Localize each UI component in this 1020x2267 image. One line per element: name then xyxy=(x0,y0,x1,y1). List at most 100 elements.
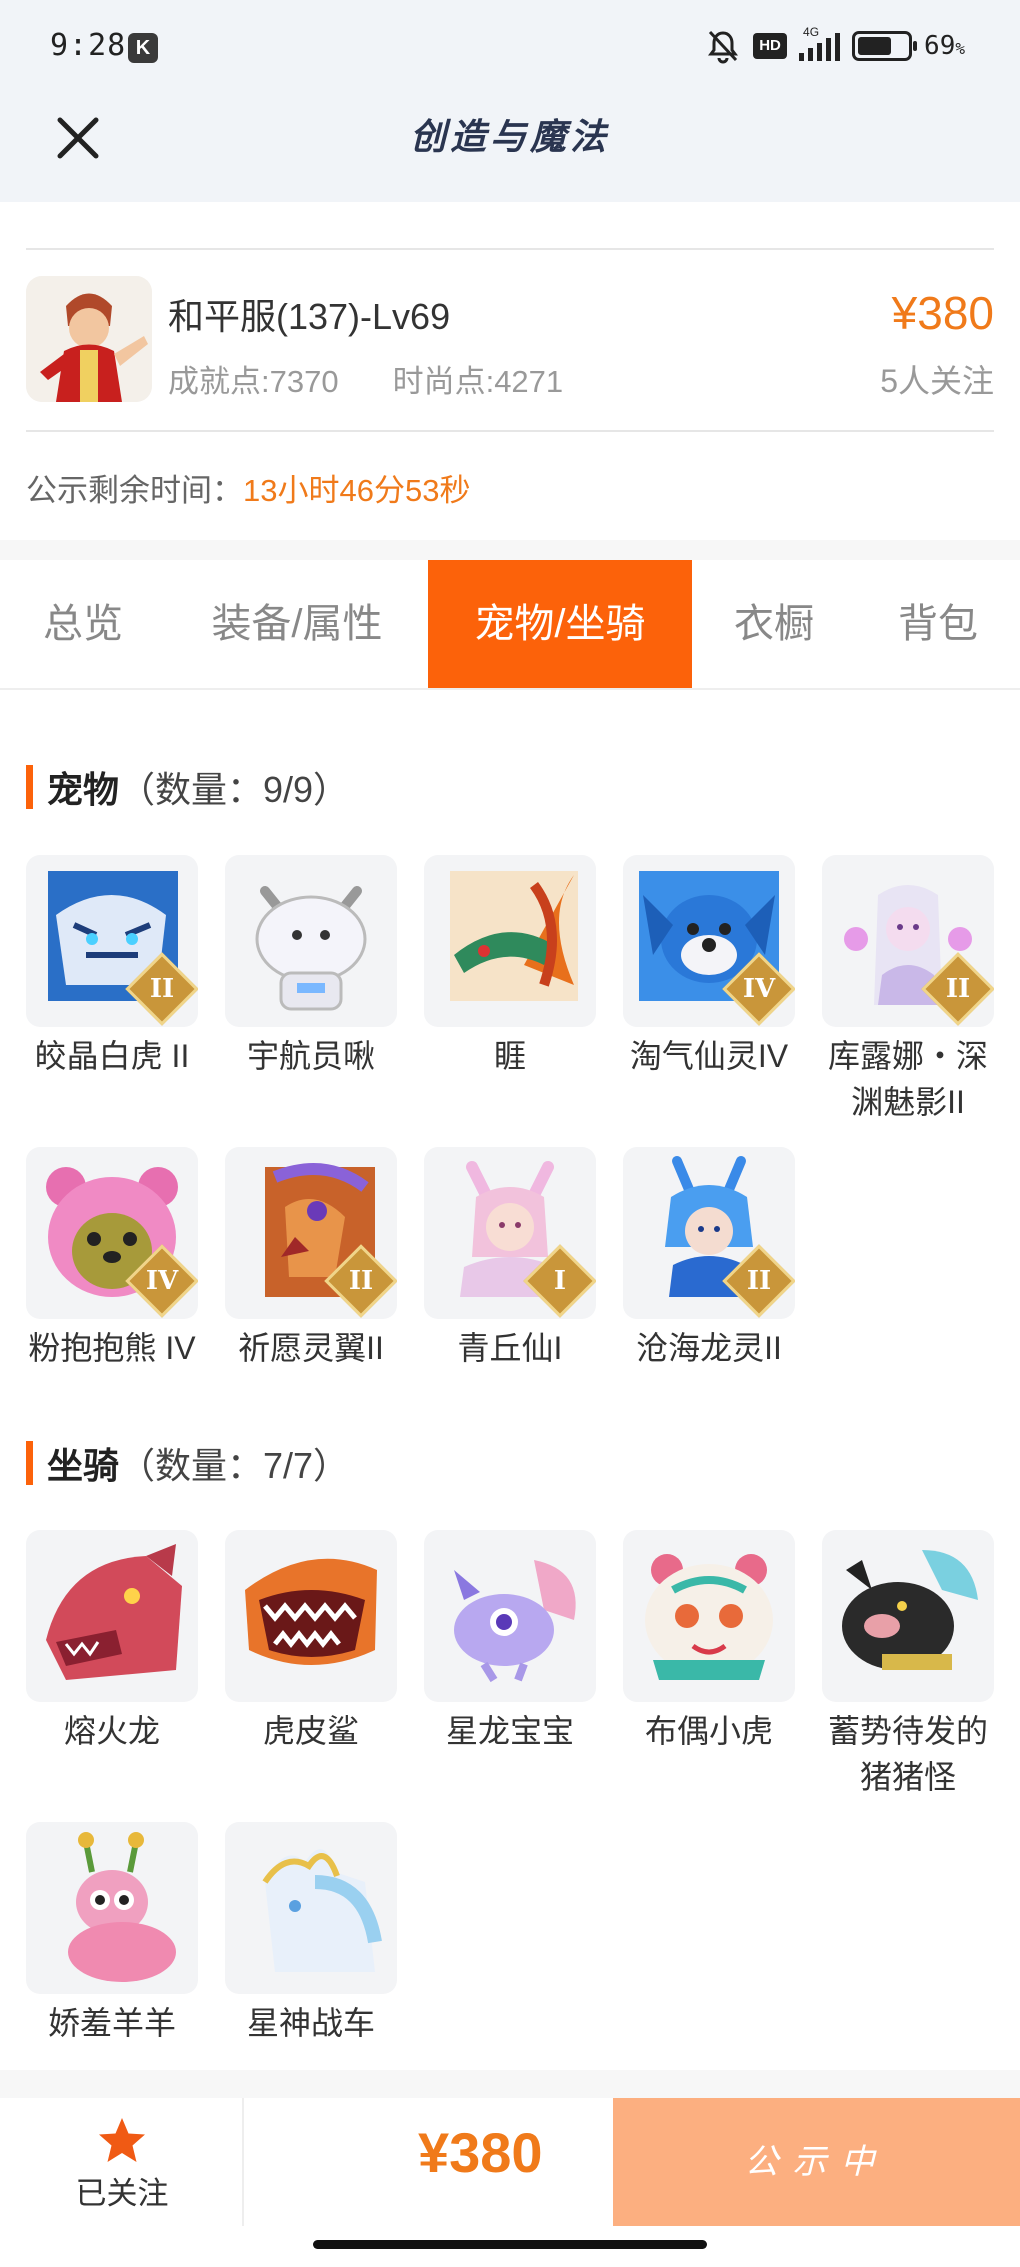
tab-pets-mounts[interactable]: 宠物/坐骑 xyxy=(428,560,692,688)
pet-item[interactable]: II 皎晶白虎 II xyxy=(26,855,198,1079)
page-title: 创造与魔法 xyxy=(409,116,610,158)
mount-item[interactable]: 娇羞羊羊 xyxy=(26,1822,198,2046)
mount-thumbnail xyxy=(623,1530,795,1702)
page: 9:28 K HD 4G 69% 创造与魔法 和平服(137)-Lv69 成就点… xyxy=(0,0,1020,2267)
mount-thumbnail xyxy=(225,1822,397,1994)
pets-title: 宠物 xyxy=(47,769,120,810)
mount-item[interactable]: 蓄势待发的猪猪怪 xyxy=(822,1530,994,1800)
section-gap xyxy=(0,2070,1020,2098)
mount-thumbnail xyxy=(225,1530,397,1702)
mount-item[interactable]: 布偶小虎 xyxy=(623,1530,795,1754)
hd-icon: HD xyxy=(753,33,788,59)
pet-name: 宇航员啾 xyxy=(246,1038,375,1074)
pet-thumbnail: II xyxy=(26,855,198,1027)
mount-name: 星神战车 xyxy=(246,2005,375,2041)
pet-item[interactable]: II 沧海龙灵II xyxy=(623,1147,795,1371)
battery-icon xyxy=(852,31,918,61)
mount-name: 蓄势待发的猪猪怪 xyxy=(827,1713,988,1795)
mount-item[interactable]: 虎皮鲨 xyxy=(225,1530,397,1754)
divider xyxy=(242,2098,244,2226)
pets-section-title: 宠物 （数量：9/9） xyxy=(26,765,349,810)
achievement-points: 成就点:7370 xyxy=(168,364,339,399)
mount-name: 布偶小虎 xyxy=(644,1713,773,1749)
section-accent-bar xyxy=(26,765,33,809)
pet-name: 库露娜・深渊魅影II xyxy=(827,1038,988,1120)
pet-name: 淘气仙灵IV xyxy=(629,1038,789,1074)
character-avatar xyxy=(26,276,152,402)
countdown-row: 公示剩余时间：13小时46分53秒 xyxy=(26,465,470,510)
mounts-title: 坐骑 xyxy=(47,1445,120,1486)
pet-name: 皎晶白虎 II xyxy=(34,1038,190,1074)
pet-item[interactable]: 宇航员啾 xyxy=(225,855,397,1079)
pets-count: （数量：9/9） xyxy=(119,769,350,810)
section-gap xyxy=(0,540,1020,560)
pet-thumbnail: I xyxy=(424,1147,596,1319)
pet-name: 粉抱抱熊 IV xyxy=(28,1330,196,1366)
rank-label: I xyxy=(553,1266,567,1296)
pet-thumbnail xyxy=(225,855,397,1027)
mounts-count: （数量：7/7） xyxy=(119,1445,350,1486)
follow-label: 已关注 xyxy=(75,2176,169,2211)
tab-wardrobe[interactable]: 衣橱 xyxy=(692,560,856,688)
tab-equipment[interactable]: 装备/属性 xyxy=(166,560,428,688)
pet-thumbnail: II xyxy=(225,1147,397,1319)
bottom-action-bar: 已关注 ¥380 公示中 xyxy=(0,2098,1020,2228)
divider xyxy=(26,248,994,250)
tab-backpack[interactable]: 背包 xyxy=(856,560,1020,688)
pet-name: 祈愿灵翼II xyxy=(238,1330,384,1366)
network-label: 4G xyxy=(803,25,820,39)
character-name: 和平服(137)-Lv69 xyxy=(168,296,451,337)
status-time: 9:28 xyxy=(50,28,127,63)
fashion-points: 时尚点:4271 xyxy=(392,364,564,399)
pet-thumbnail: IV xyxy=(26,1147,198,1319)
pet-name: 青丘仙I xyxy=(457,1330,563,1366)
follower-count: 5人关注 xyxy=(880,363,994,399)
status-bar: 9:28 K HD 4G 69% xyxy=(0,0,1020,96)
pet-thumbnail: IV xyxy=(623,855,795,1027)
pet-thumbnail: II xyxy=(822,855,994,1027)
pet-item[interactable]: I 青丘仙I xyxy=(424,1147,596,1371)
mount-item[interactable]: 星龙宝宝 xyxy=(424,1530,596,1754)
app-badge-icon: K xyxy=(128,33,158,63)
home-indicator[interactable] xyxy=(313,2240,707,2249)
rank-label: IV xyxy=(742,974,776,1004)
pet-item[interactable]: IV 粉抱抱熊 IV xyxy=(26,1147,198,1371)
countdown-value: 13小时46分53秒 xyxy=(243,473,471,508)
battery-percent: 69% xyxy=(924,31,965,61)
status-icons: HD 4G 69% xyxy=(705,25,965,66)
mount-thumbnail xyxy=(424,1530,596,1702)
bottom-price: ¥380 xyxy=(418,2121,543,2184)
mount-item[interactable]: 星神战车 xyxy=(225,1822,397,2046)
mount-name: 虎皮鲨 xyxy=(262,1713,359,1749)
mount-thumbnail xyxy=(26,1530,198,1702)
pet-thumbnail: II xyxy=(623,1147,795,1319)
pet-item[interactable]: IV 淘气仙灵IV xyxy=(623,855,795,1079)
star-icon xyxy=(99,2118,145,2162)
rank-label: II xyxy=(149,974,175,1004)
battery-fill xyxy=(858,37,892,55)
character-stats: 成就点:7370 时尚点:4271 xyxy=(168,356,563,401)
bell-muted-icon xyxy=(708,30,739,64)
rank-label: IV xyxy=(145,1266,179,1296)
mount-name: 娇羞羊羊 xyxy=(47,2005,176,2041)
mount-thumbnail xyxy=(26,1822,198,1994)
mount-item[interactable]: 熔火龙 xyxy=(26,1530,198,1754)
rank-label: II xyxy=(746,1266,772,1296)
pet-thumbnail xyxy=(424,855,596,1027)
mount-name: 星龙宝宝 xyxy=(445,1713,574,1749)
pet-item[interactable]: 睚 xyxy=(424,855,596,1079)
pet-name: 睚 xyxy=(493,1038,526,1074)
mount-thumbnail xyxy=(822,1530,994,1702)
follow-button[interactable]: 已关注 xyxy=(60,2116,184,2213)
publicity-status-button[interactable]: 公示中 xyxy=(613,2098,1020,2226)
section-accent-bar xyxy=(26,1441,33,1485)
tab-bar: 总览 装备/属性 宠物/坐骑 衣橱 背包 xyxy=(0,560,1020,690)
pet-item[interactable]: II 祈愿灵翼II xyxy=(225,1147,397,1371)
mount-name: 熔火龙 xyxy=(63,1713,160,1749)
pet-item[interactable]: II 库露娜・深渊魅影II xyxy=(822,855,994,1125)
top-bar: 9:28 K HD 4G 69% 创造与魔法 xyxy=(0,0,1020,202)
tab-overview[interactable]: 总览 xyxy=(0,560,166,688)
character-price: ¥380 xyxy=(891,287,994,339)
divider xyxy=(26,430,994,432)
rank-label: II xyxy=(945,974,971,1004)
